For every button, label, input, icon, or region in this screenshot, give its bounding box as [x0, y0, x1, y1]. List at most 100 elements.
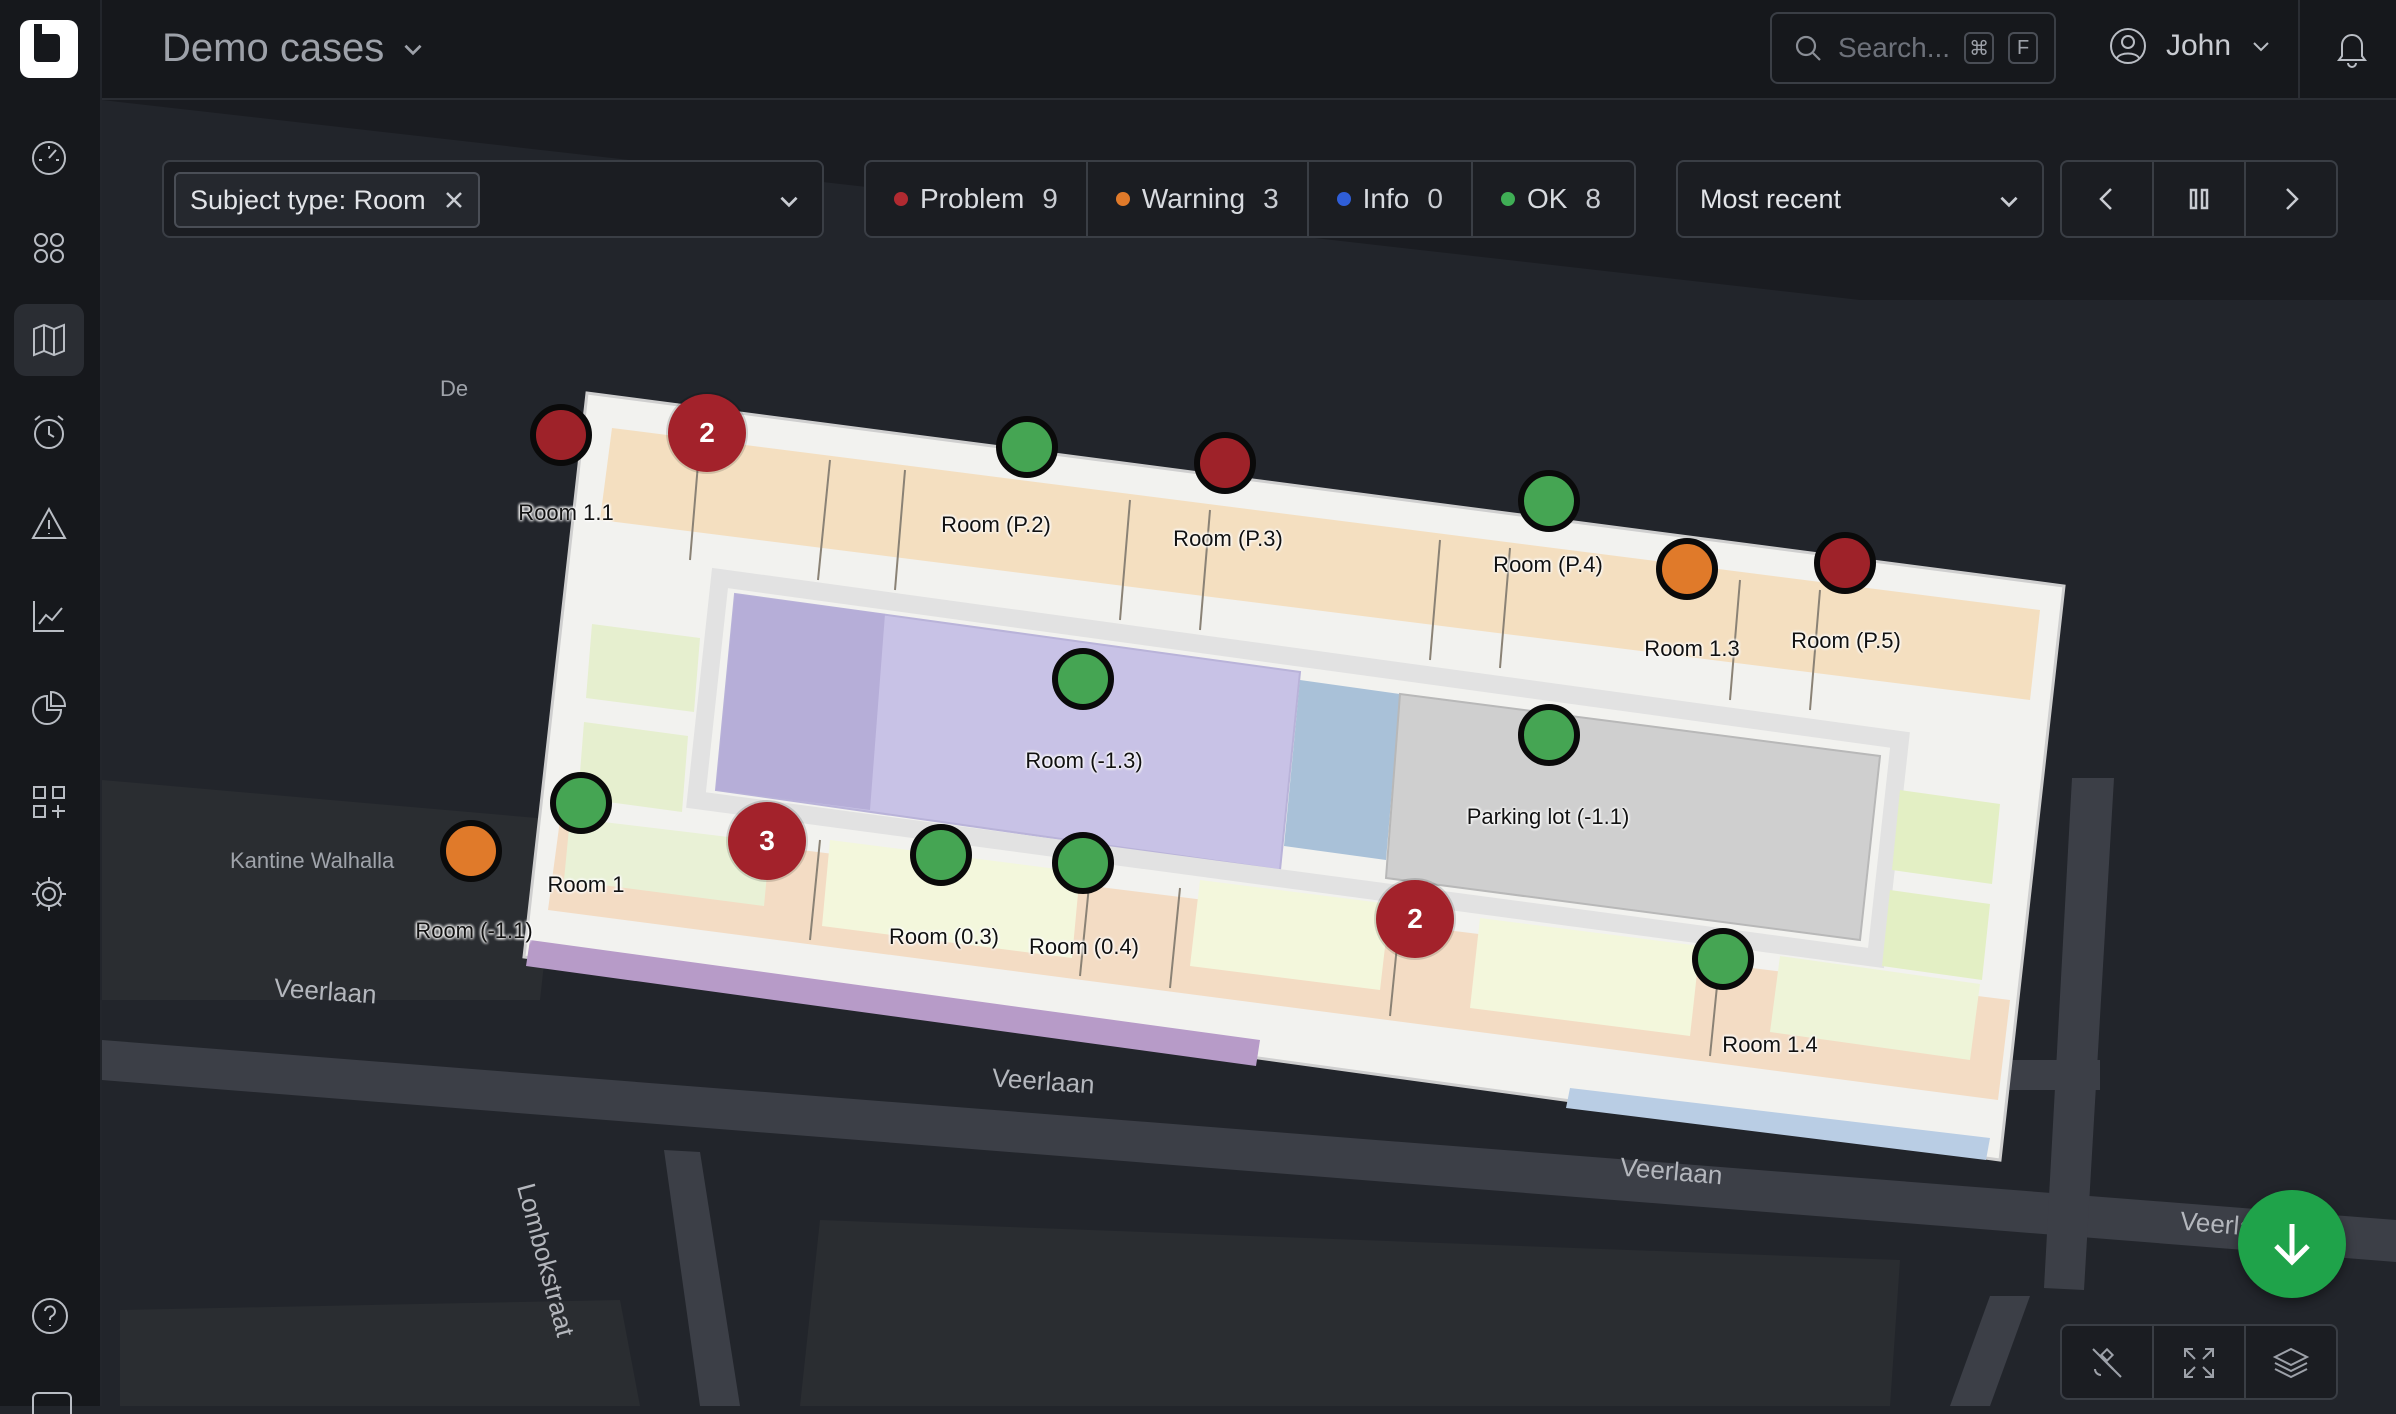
project-selector[interactable]: Demo cases: [162, 26, 426, 71]
top-bar: Demo cases Search... ⌘ F John: [102, 0, 2396, 100]
layers-icon: [2272, 1347, 2310, 1379]
sort-value: Most recent: [1700, 183, 1842, 214]
search-placeholder: Search...: [1838, 32, 1951, 63]
status-label: Warning: [1141, 183, 1246, 214]
ok-dot: [1500, 192, 1515, 206]
ok-pin[interactable]: [996, 416, 1058, 478]
expand-icon: [2184, 1348, 2214, 1378]
search-icon: [1795, 35, 1821, 61]
info-dot: [1336, 192, 1351, 206]
room-label[interactable]: Room 1.1: [518, 500, 613, 526]
arrow-down-icon: [2274, 1224, 2310, 1266]
sidebar: [0, 0, 102, 1414]
previous-button[interactable]: [2062, 162, 2154, 236]
status-count: 0: [1427, 183, 1443, 214]
status-label: OK: [1526, 183, 1568, 214]
pause-button[interactable]: [2154, 162, 2246, 236]
status-label: Problem: [920, 183, 1025, 214]
status-filter-group: Problem 9 Warning 3 Info 0 OK 8: [864, 160, 1636, 238]
sidebar-item-analytics[interactable]: [14, 580, 84, 652]
alarm-clock-icon: [34, 415, 64, 449]
notifications-button[interactable]: [2330, 26, 2374, 70]
sidebar-item-map[interactable]: [14, 304, 84, 376]
problem-pin[interactable]: [1814, 532, 1876, 594]
pause-icon: [2189, 188, 2209, 210]
ok-pin[interactable]: [1518, 704, 1580, 766]
status-filter-warning[interactable]: Warning 3: [1088, 162, 1309, 236]
room-label[interactable]: Room (0.3): [889, 924, 999, 950]
map-icon: [33, 323, 65, 357]
chevron-right-icon: [2286, 188, 2299, 210]
room-label[interactable]: Room (-1.1): [415, 918, 532, 944]
chip-label: Subject type: Room: [190, 184, 426, 215]
sidebar-item-dashboard[interactable]: [14, 122, 84, 194]
sidebar-item-alerts[interactable]: [14, 488, 84, 560]
map-canvas[interactable]: Veerlaan Veerlaan Veerlaan Veerlaan Lomb…: [102, 100, 2396, 1406]
gear-icon: [32, 877, 66, 911]
download-button[interactable]: [2238, 1190, 2346, 1298]
ok-pin[interactable]: [1052, 832, 1114, 894]
next-button[interactable]: [2246, 162, 2336, 236]
ok-pin[interactable]: [1692, 928, 1754, 990]
room-label[interactable]: Room 1.3: [1644, 636, 1739, 662]
ok-pin[interactable]: [1518, 470, 1580, 532]
status-count: 9: [1042, 183, 1058, 214]
sidebar-item-reports[interactable]: [14, 672, 84, 744]
warning-pin[interactable]: [440, 820, 502, 882]
layers-button[interactable]: [2246, 1326, 2336, 1400]
room-label[interactable]: Room (P.5): [1791, 628, 1901, 654]
problem-pin[interactable]: [530, 404, 592, 466]
sidebar-item-overview[interactable]: [14, 212, 84, 284]
close-icon[interactable]: [444, 190, 464, 210]
kbd-f: F: [2008, 32, 2039, 64]
status-filter-ok[interactable]: OK 8: [1473, 162, 1629, 236]
subject-filter[interactable]: Subject type: Room: [162, 160, 824, 238]
status-filter-info[interactable]: Info 0: [1309, 162, 1473, 236]
room-label[interactable]: Room (0.4): [1029, 934, 1139, 960]
ok-pin[interactable]: [1052, 648, 1114, 710]
ok-pin[interactable]: [550, 772, 612, 834]
chevron-down-icon: [2000, 196, 2018, 208]
room-label[interactable]: Parking lot (-1.1): [1467, 804, 1630, 830]
sidebar-item-settings[interactable]: [14, 858, 84, 930]
problem-pin[interactable]: [1194, 432, 1256, 494]
chevron-down-icon: [404, 44, 422, 55]
sort-select[interactable]: Most recent: [1676, 160, 2044, 238]
place-label: Kantine Walhalla: [230, 848, 395, 873]
kbd-command: ⌘: [1964, 32, 1995, 64]
problem-cluster[interactable]: 3: [728, 802, 806, 880]
sidebar-item-apps[interactable]: [14, 766, 84, 838]
pie-chart-icon: [32, 690, 67, 725]
problem-dot: [894, 192, 908, 206]
subject-type-chip[interactable]: Subject type: Room: [174, 172, 480, 228]
search-input[interactable]: Search... ⌘ F: [1770, 12, 2056, 84]
problem-cluster[interactable]: 2: [668, 394, 746, 472]
satellite-off-icon: [2092, 1347, 2122, 1378]
sidebar-item-timers[interactable]: [14, 396, 84, 468]
room-label[interactable]: Room (-1.3): [1025, 748, 1142, 774]
app-logo[interactable]: [20, 20, 78, 78]
help-button[interactable]: [30, 1296, 70, 1336]
user-menu[interactable]: John: [2108, 26, 2273, 66]
satellite-toggle[interactable]: [2062, 1326, 2154, 1400]
chevron-down-icon[interactable]: [776, 188, 802, 214]
room-label[interactable]: Room (P.4): [1493, 552, 1603, 578]
floor-plan: [522, 391, 2066, 1162]
warning-triangle-icon: [31, 506, 67, 539]
room-label[interactable]: Room (P.2): [941, 512, 1051, 538]
problem-cluster[interactable]: 2: [1376, 880, 1454, 958]
warning-pin[interactable]: [1656, 538, 1718, 600]
status-filter-problem[interactable]: Problem 9: [866, 162, 1088, 236]
status-count: 8: [1585, 183, 1601, 214]
map-base: [102, 100, 2396, 1406]
panel-icon[interactable]: [32, 1392, 72, 1414]
room-label[interactable]: Room 1: [547, 872, 624, 898]
room-label[interactable]: Room 1.4: [1722, 1032, 1817, 1058]
line-chart-icon: [33, 601, 64, 632]
fullscreen-button[interactable]: [2154, 1326, 2246, 1400]
room-label[interactable]: Room (P.3): [1173, 526, 1283, 552]
warning-dot: [1115, 192, 1130, 206]
status-label: Info: [1362, 183, 1410, 214]
playback-controls: [2060, 160, 2338, 238]
ok-pin[interactable]: [910, 824, 972, 886]
